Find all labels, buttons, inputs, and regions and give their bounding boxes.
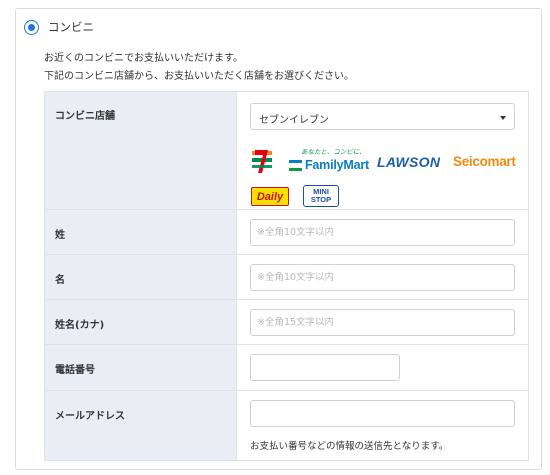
- first-name-row: 名: [45, 254, 528, 299]
- familymart-wordmark: FamilyMart: [305, 158, 369, 172]
- phone-row: 電話番号: [45, 344, 528, 390]
- email-row: メールアドレス お支払い番号などの情報の送信先となります。: [45, 390, 528, 460]
- payment-method-panel: コンビニ お近くのコンビニでお支払いいただけます。 下記のコンビニ店舗から、お支…: [15, 8, 542, 470]
- last-name-row: 姓: [45, 209, 528, 254]
- convenience-store-label[interactable]: コンビニ: [48, 19, 94, 35]
- payment-form: コンビニ店舗 セブンイレブン あなたと、コンビに、 FamilyMart LAW…: [44, 91, 529, 461]
- description-line-2: 下記のコンビニ店舗から、お支払いいただく店舗をお選びください。: [44, 71, 354, 82]
- kana-name-input[interactable]: [250, 309, 515, 336]
- chevron-down-icon: [500, 116, 506, 120]
- phone-label: 電話番号: [55, 365, 95, 376]
- email-note: お支払い番号などの情報の送信先となります。: [250, 441, 449, 452]
- last-name-label: 姓: [55, 230, 65, 241]
- store-row: コンビニ店舗 セブンイレブン あなたと、コンビに、 FamilyMart LAW…: [45, 92, 528, 209]
- last-name-label-cell: 姓: [45, 210, 237, 254]
- familymart-stripes-icon: [289, 159, 302, 171]
- familymart-tagline: あなたと、コンビに、: [301, 148, 366, 156]
- kana-name-label-cell: 姓名(カナ): [45, 300, 237, 344]
- description-line-1: お近くのコンビニでお支払いいただけます。: [44, 53, 243, 64]
- first-name-label: 名: [55, 275, 65, 286]
- phone-input[interactable]: [250, 354, 400, 381]
- daily-yamazaki-logo: Daily: [251, 187, 289, 206]
- kana-name-row: 姓名(カナ): [45, 299, 528, 344]
- lawson-logo: LAWSON: [377, 154, 441, 170]
- store-label: コンビニ店舗: [55, 111, 115, 122]
- seicomart-logo: Seicomart: [453, 154, 516, 169]
- email-label: メールアドレス: [55, 411, 125, 422]
- convenience-store-option[interactable]: コンビニ: [24, 19, 94, 35]
- store-select-value: セブンイレブン: [259, 115, 329, 126]
- first-name-input[interactable]: [250, 264, 515, 291]
- last-name-input[interactable]: [250, 219, 515, 246]
- email-label-cell: メールアドレス: [45, 391, 237, 460]
- kana-name-label: 姓名(カナ): [55, 320, 105, 331]
- seven-eleven-logo: [251, 148, 273, 174]
- store-label-cell: コンビニ店舗: [45, 92, 237, 209]
- convenience-store-radio[interactable]: [24, 19, 39, 35]
- radio-selected-dot: [28, 23, 35, 31]
- phone-label-cell: 電話番号: [45, 345, 237, 390]
- email-input[interactable]: [250, 400, 515, 427]
- familymart-logo: あなたと、コンビに、 FamilyMart: [289, 146, 369, 172]
- first-name-label-cell: 名: [45, 255, 237, 299]
- ministop-line-2: STOP: [310, 195, 332, 204]
- ministop-logo: MINI STOP: [303, 185, 339, 207]
- store-select[interactable]: セブンイレブン: [250, 103, 515, 130]
